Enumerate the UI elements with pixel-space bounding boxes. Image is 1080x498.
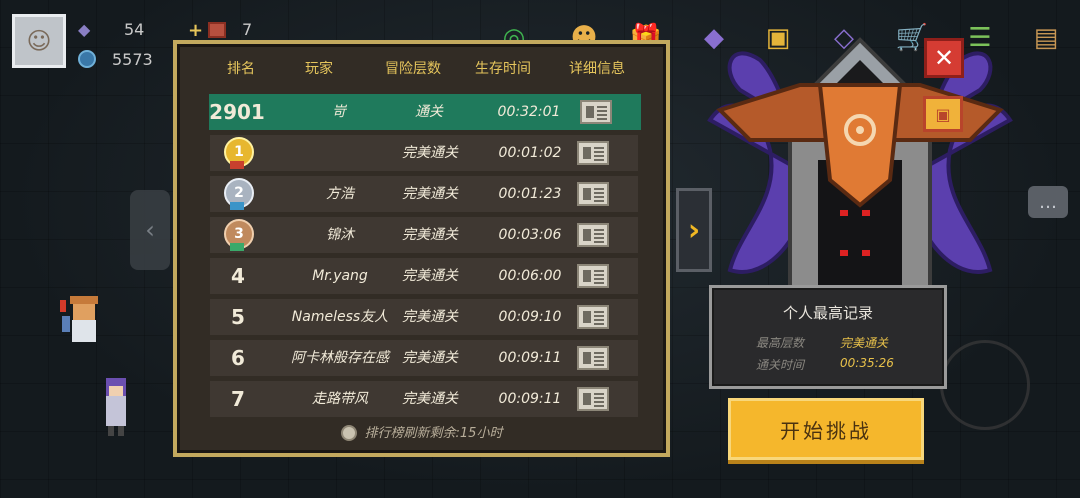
details-button[interactable] bbox=[577, 346, 609, 370]
record-floor-label: 最高层数 bbox=[756, 336, 805, 350]
leaderboard-panel: 排名 玩家 冒险层数 生存时间 详细信息 2901 岢 通关 00:32:01 … bbox=[173, 40, 670, 457]
leaderboard-row: 4 Mr.yang 完美通关 00:06:00 bbox=[210, 258, 638, 294]
header-player: 玩家 bbox=[305, 61, 333, 77]
row-rank: 7 bbox=[231, 387, 245, 411]
header-floor: 冒险层数 bbox=[385, 61, 441, 77]
refresh-timer: 排行榜刷新剩余:15小时 bbox=[177, 422, 666, 441]
details-button[interactable] bbox=[580, 100, 612, 124]
leaderboard-row: 7 走路带风 完美通关 00:09:11 bbox=[210, 381, 638, 417]
boss-portrait bbox=[707, 37, 1013, 292]
leaderboard-row-self: 2901 岢 通关 00:32:01 bbox=[209, 94, 641, 130]
row-rank: 6 bbox=[231, 346, 245, 370]
record-time-value: 00:35:26 bbox=[840, 356, 894, 370]
details-button[interactable] bbox=[577, 387, 609, 411]
details-button[interactable] bbox=[577, 223, 609, 247]
details-button[interactable] bbox=[577, 264, 609, 288]
medal-ribbon bbox=[230, 243, 244, 251]
row-rank: 2901 bbox=[209, 100, 265, 124]
row-rank: 3 bbox=[210, 217, 266, 253]
header-rank: 排名 bbox=[227, 61, 255, 77]
header-survival-time: 生存时间 bbox=[475, 61, 531, 77]
coin-count: 5573 bbox=[112, 50, 153, 69]
header-details: 详细信息 bbox=[569, 61, 625, 77]
personal-best-panel: 个人最高记录 最高层数 完美通关 通关时间 00:35:26 bbox=[709, 285, 947, 389]
row-rank: 2 bbox=[210, 176, 266, 212]
row-time: 00:09:11 bbox=[498, 350, 562, 366]
coin-icon bbox=[78, 50, 96, 68]
material-icon bbox=[208, 22, 226, 38]
details-button[interactable] bbox=[577, 141, 609, 165]
row-time: 00:03:06 bbox=[498, 227, 562, 243]
player-character bbox=[60, 296, 98, 342]
leaderboard-row: 5 Nameless友人 完美通关 00:09:10 bbox=[210, 299, 638, 335]
leaderboard-row: 6 阿卡林般存在感 完美通关 00:09:11 bbox=[210, 340, 638, 376]
row-time: 00:01:23 bbox=[498, 186, 562, 202]
gem-count: 54 bbox=[124, 20, 145, 39]
row-time: 00:09:11 bbox=[498, 391, 562, 407]
clock-icon bbox=[340, 425, 357, 441]
player-avatar[interactable]: ☺ bbox=[12, 14, 66, 68]
personal-best-title: 个人最高记录 bbox=[782, 304, 873, 322]
row-time: 00:09:10 bbox=[498, 309, 562, 325]
joystick-pad[interactable] bbox=[940, 340, 1030, 430]
start-challenge-button[interactable]: 开始挑战 bbox=[728, 398, 924, 460]
npc-character bbox=[106, 378, 126, 436]
close-button[interactable]: ✕ bbox=[924, 38, 964, 78]
row-time: 00:06:00 bbox=[498, 268, 562, 284]
previous-page-arrow[interactable]: ‹ bbox=[130, 190, 170, 270]
record-floor-value: 完美通关 bbox=[840, 336, 889, 350]
leaderboard-row: 2 方浩 完美通关 00:01:23 bbox=[210, 176, 638, 212]
leaderboard-row: 1 完美通关 00:01:02 bbox=[210, 135, 638, 171]
reward-chest-icon[interactable]: ▣ bbox=[923, 96, 963, 132]
leaderboard-header: 排名 玩家 冒险层数 生存时间 详细信息 bbox=[177, 58, 666, 84]
add-material-icon[interactable]: + bbox=[188, 20, 203, 41]
backpack-icon[interactable]: ▤ bbox=[1026, 18, 1066, 58]
details-button[interactable] bbox=[577, 182, 609, 206]
material-count: 7 bbox=[242, 20, 253, 39]
gem-icon: ◆ bbox=[78, 20, 91, 39]
details-button[interactable] bbox=[577, 305, 609, 329]
row-rank: 4 bbox=[231, 264, 245, 288]
row-rank: 1 bbox=[210, 135, 266, 171]
record-time-label: 通关时间 bbox=[756, 358, 805, 372]
chat-icon[interactable]: … bbox=[1028, 186, 1068, 218]
row-time: 00:01:02 bbox=[498, 145, 562, 161]
medal-ribbon bbox=[230, 161, 244, 169]
row-rank: 5 bbox=[231, 305, 245, 329]
refresh-text: 排行榜刷新剩余:15小时 bbox=[364, 425, 503, 441]
leaderboard-row: 3 锦沐 完美通关 00:03:06 bbox=[210, 217, 638, 253]
row-time: 00:32:01 bbox=[497, 104, 561, 120]
medal-ribbon bbox=[230, 202, 244, 210]
